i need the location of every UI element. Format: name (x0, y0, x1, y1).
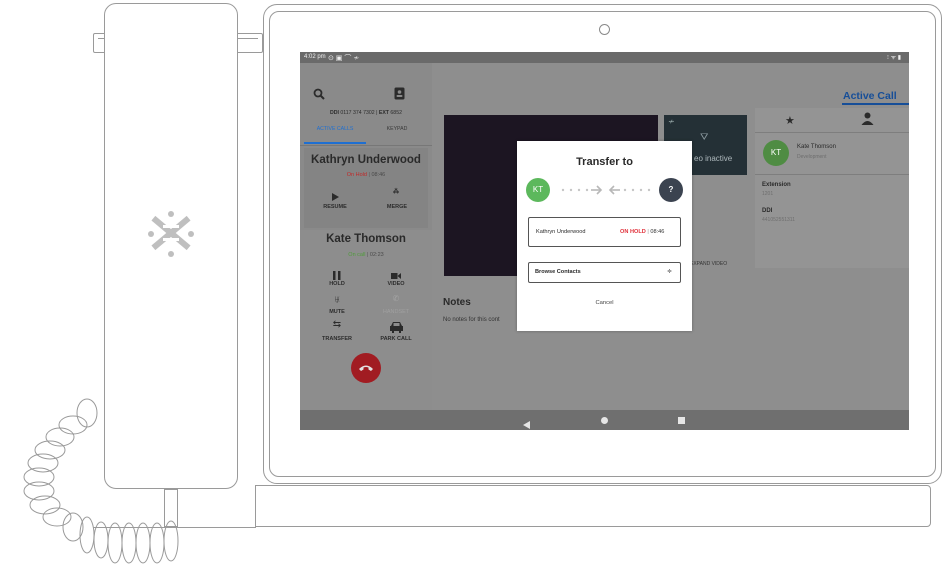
dialog-title: Transfer to (576, 156, 633, 168)
transfer-from-avatar: KT (526, 178, 550, 202)
ddi-number: 0117 374 7302 (340, 110, 375, 116)
cancel-button[interactable]: Cancel (517, 300, 692, 306)
handset-icon: ✆ (392, 294, 400, 303)
contacts-icon[interactable] (393, 87, 405, 101)
person-icon[interactable] (861, 112, 874, 130)
held-call-card[interactable]: Kathryn Underwood On Hold | 08:46 RESUME… (304, 148, 428, 228)
active-call-section: Kate Thomson On call | 02:23 HOLD VIDEO … (300, 230, 432, 410)
handset-cord (23, 398, 179, 564)
ddi-value: 441052551311 (762, 217, 795, 223)
status-icons-left: ⊙ ▣ ⌒ ≁ (328, 55, 360, 62)
transfer-button[interactable]: TRANSFER (312, 336, 362, 342)
browse-contacts-select[interactable]: Browse Contacts ≑ (528, 262, 681, 283)
extension-value: 1201 (762, 191, 774, 197)
browse-contacts-label: Browse Contacts (535, 269, 581, 275)
page-title: Active Call (843, 90, 897, 102)
call-sidebar: DDI 0117 374 7302 | EXT 6852 ACTIVE CALL… (300, 63, 432, 410)
held-duration: 08:46 (371, 172, 386, 178)
video-button[interactable]: VIDEO (371, 281, 421, 287)
contact-name: Kate Thomson (797, 144, 836, 150)
merge-button[interactable]: MERGE (372, 204, 422, 210)
contact-department: Development (797, 154, 827, 160)
resume-button[interactable]: RESUME (310, 204, 360, 210)
tab-active-calls-label: ACTIVE CALLS (316, 126, 354, 132)
android-nav-bar (300, 410, 909, 430)
transfer-arrows-icon (561, 185, 651, 195)
tab-keypad[interactable]: KEYPAD (366, 126, 428, 142)
status-bar: 4:02 pm ⊙ ▣ ⌒ ≁ ⁝ ᯤ ▮ (300, 52, 909, 63)
tab-active-calls[interactable]: ACTIVE CALLS (304, 126, 366, 144)
active-status-text: On call (348, 252, 366, 258)
held-call-option-status: ON HOLD | 08:46 (620, 229, 665, 235)
notes-title: Notes (443, 297, 471, 308)
search-icon[interactable] (312, 87, 326, 101)
held-call-option-name: Kathryn Underwood (536, 229, 586, 235)
contact-avatar: KT (763, 140, 789, 166)
park-call-button[interactable]: PARK CALL (371, 336, 421, 342)
video-off-icon: ≁ (668, 117, 675, 126)
brand-logo (148, 211, 194, 257)
contact-panel: ★ KT Kate Thomson Development Extension … (755, 108, 909, 268)
held-call-option[interactable]: Kathryn Underwood ON HOLD | 08:46 (528, 217, 681, 247)
hold-button[interactable]: HOLD (312, 281, 362, 287)
home-icon[interactable] (601, 417, 608, 424)
held-status-text: On Hold (346, 172, 367, 178)
held-option-status-text: ON HOLD (620, 229, 646, 235)
back-icon[interactable] (523, 416, 530, 430)
star-icon[interactable]: ★ (785, 114, 795, 127)
video-inactive-label: eo inactive (694, 154, 733, 163)
tab-keypad-label: KEYPAD (386, 126, 408, 132)
ddi-ext-line: DDI 0117 374 7302 | EXT 6852 (330, 110, 402, 116)
recents-icon[interactable] (678, 417, 685, 424)
held-caller-name: Kathryn Underwood (311, 154, 421, 166)
transfer-dialog: Transfer to KT ? Kathryn Underwood ON HO… (517, 141, 692, 331)
active-duration: 02:23 (369, 252, 384, 258)
hangup-icon (359, 365, 373, 371)
expand-video-link[interactable]: EXPAND VIDEO (690, 261, 727, 267)
transfer-icon[interactable]: ⇆ (331, 319, 343, 330)
select-arrows-icon: ≑ (667, 269, 673, 275)
ddi-label: DDI (762, 208, 773, 214)
mute-button[interactable]: MUTE (312, 309, 362, 315)
held-call-status: On Hold | 08:46 (346, 172, 386, 178)
ext-label: EXT (378, 110, 389, 116)
notes-empty-text: No notes for this cont (443, 317, 500, 323)
merge-icon[interactable]: ⁂ (389, 188, 403, 195)
mute-icon[interactable]: ♅ (332, 294, 342, 304)
hangup-button[interactable] (351, 353, 381, 383)
transfer-target-avatar: ? (659, 178, 683, 202)
extension-label: Extension (762, 182, 791, 188)
status-icons-right: ⁝ ᯤ ▮ (887, 55, 902, 61)
handset-button: HANDSET (382, 309, 410, 315)
status-time: 4:02 pm (304, 54, 326, 60)
active-caller-name: Kate Thomson (326, 233, 406, 245)
camera-off-icon: ⛛ (700, 132, 709, 143)
held-option-duration: 08:46 (650, 229, 665, 235)
active-call-status: On call | 02:23 (348, 252, 384, 258)
ext-number: 6852 (390, 110, 402, 116)
ddi-label: DDI (330, 110, 339, 116)
front-camera (599, 24, 610, 35)
